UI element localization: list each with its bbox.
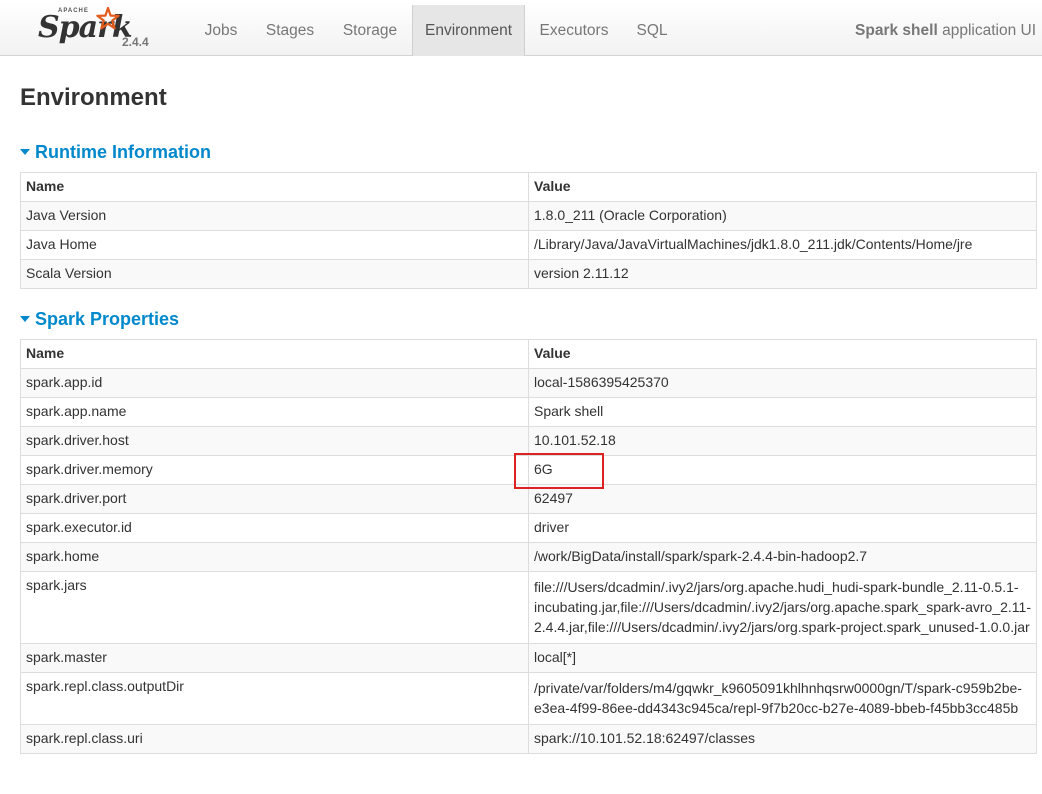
- spark-properties-toggle[interactable]: Spark Properties: [20, 308, 179, 330]
- property-value: /private/var/folders/m4/gqwkr_k9605091kh…: [528, 672, 1037, 725]
- property-name: spark.jars: [20, 571, 529, 644]
- table-row: spark.executor.id driver: [20, 513, 1037, 543]
- tab-jobs[interactable]: Jobs: [190, 5, 252, 56]
- property-value: file:///Users/dcadmin/.ivy2/jars/org.apa…: [528, 571, 1037, 644]
- table-row: spark.driver.host 10.101.52.18: [20, 426, 1037, 456]
- property-name: spark.home: [20, 542, 529, 572]
- property-name: spark.repl.class.uri: [20, 724, 529, 754]
- property-value: /Library/Java/JavaVirtualMachines/jdk1.8…: [528, 230, 1037, 260]
- table-row: Java Home /Library/Java/JavaVirtualMachi…: [20, 230, 1037, 260]
- top-navbar: APACHE Spark 2.4.4 Jobs Stages Storage E…: [0, 0, 1042, 56]
- highlight-annotation-box: [514, 453, 604, 489]
- property-value: 62497: [528, 484, 1037, 514]
- app-name: Spark shell: [855, 22, 938, 39]
- tab-sql[interactable]: SQL: [623, 5, 681, 56]
- tab-stages[interactable]: Stages: [252, 5, 328, 56]
- table-row: Java Version 1.8.0_211 (Oracle Corporati…: [20, 201, 1037, 231]
- table-header-row: Name Value: [20, 172, 1037, 202]
- caret-down-icon: [20, 149, 30, 156]
- table-row: spark.repl.class.outputDir /private/var/…: [20, 672, 1037, 725]
- tab-storage[interactable]: Storage: [328, 5, 412, 56]
- runtime-information-title: Runtime Information: [35, 142, 211, 162]
- property-name: spark.repl.class.outputDir: [20, 672, 529, 725]
- property-value: /work/BigData/install/spark/spark-2.4.4-…: [528, 542, 1037, 572]
- property-name: spark.driver.memory: [20, 455, 529, 485]
- property-value: spark://10.101.52.18:62497/classes: [528, 724, 1037, 754]
- table-row: spark.app.name Spark shell: [20, 397, 1037, 427]
- runtime-information-table: Name Value Java Version 1.8.0_211 (Oracl…: [20, 172, 1037, 289]
- property-value: local[*]: [528, 643, 1037, 673]
- page-title: Environment: [20, 84, 167, 111]
- property-value: Spark shell: [528, 397, 1037, 427]
- spark-properties-title: Spark Properties: [35, 309, 180, 329]
- property-name: spark.app.name: [20, 397, 529, 427]
- property-name: spark.executor.id: [20, 513, 529, 543]
- property-name: Scala Version: [20, 259, 529, 289]
- spark-properties-table: Name Value spark.app.id local-1586395425…: [20, 339, 1037, 754]
- table-row: spark.home /work/BigData/install/spark/s…: [20, 542, 1037, 572]
- runtime-information-toggle[interactable]: Runtime Information: [20, 141, 211, 163]
- property-name: Java Version: [20, 201, 529, 231]
- spark-version: 2.4.4: [122, 35, 149, 49]
- table-row: Scala Version version 2.11.12: [20, 259, 1037, 289]
- caret-down-icon: [20, 316, 30, 323]
- property-value: driver: [528, 513, 1037, 543]
- table-row: spark.jars file:///Users/dcadmin/.ivy2/j…: [20, 571, 1037, 644]
- property-value: local-1586395425370: [528, 368, 1037, 398]
- property-value: 6G: [528, 455, 1037, 485]
- column-header-name[interactable]: Name: [20, 172, 529, 202]
- column-header-name[interactable]: Name: [20, 339, 529, 369]
- table-header-row: Name Value: [20, 339, 1037, 369]
- table-row: spark.repl.class.uri spark://10.101.52.1…: [20, 724, 1037, 754]
- property-value-text: /private/var/folders/m4/gqwkr_k9605091kh…: [534, 680, 1022, 716]
- table-row: spark.master local[*]: [20, 643, 1037, 673]
- tab-executors[interactable]: Executors: [525, 5, 623, 56]
- column-header-value[interactable]: Value: [528, 339, 1037, 369]
- property-value: version 2.11.12: [528, 259, 1037, 289]
- tab-environment[interactable]: Environment: [412, 5, 525, 56]
- property-value-text: file:///Users/dcadmin/.ivy2/jars/org.apa…: [534, 579, 1031, 635]
- property-name: Java Home: [20, 230, 529, 260]
- column-header-value[interactable]: Value: [528, 172, 1037, 202]
- property-name: spark.driver.port: [20, 484, 529, 514]
- spark-logo[interactable]: APACHE Spark 2.4.4: [38, 4, 158, 52]
- property-value: 10.101.52.18: [528, 426, 1037, 456]
- spark-star-icon: [96, 7, 120, 30]
- property-name: spark.master: [20, 643, 529, 673]
- app-suffix: application UI: [942, 22, 1036, 39]
- property-name: spark.app.id: [20, 368, 529, 398]
- property-value: 1.8.0_211 (Oracle Corporation): [528, 201, 1037, 231]
- table-row: spark.app.id local-1586395425370: [20, 368, 1037, 398]
- property-name: spark.driver.host: [20, 426, 529, 456]
- app-title: Spark shell application UI: [855, 5, 1036, 56]
